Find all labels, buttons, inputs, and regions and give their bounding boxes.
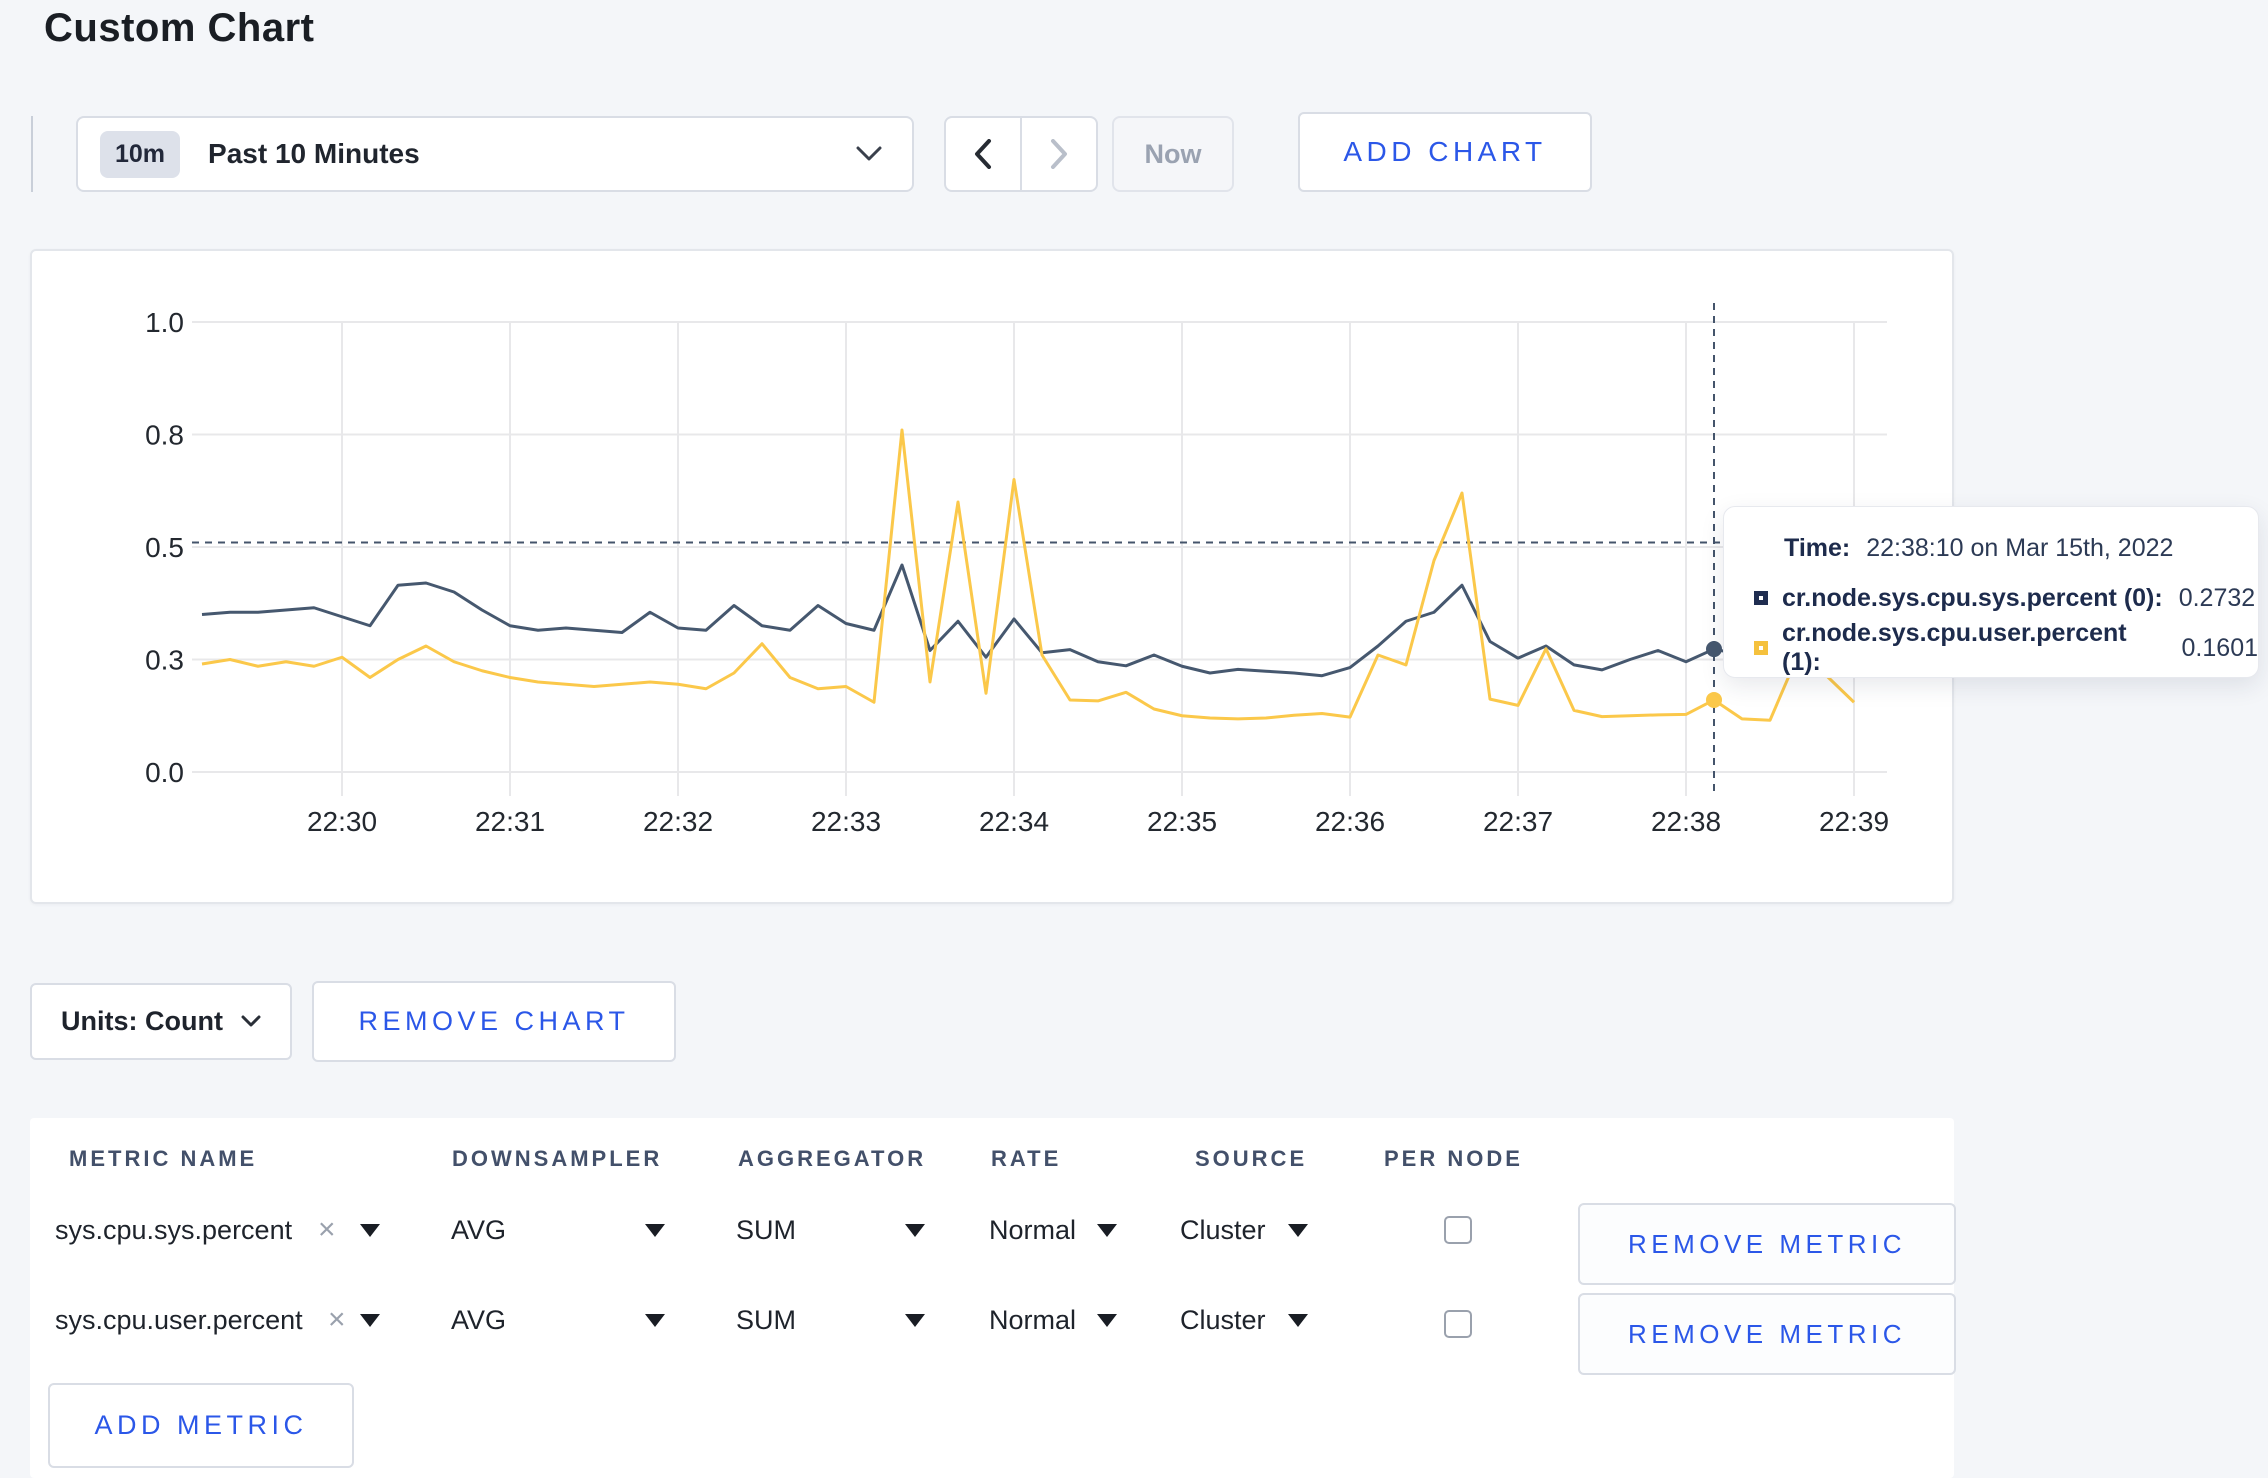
- x-axis-tick-label: 22:37: [1483, 806, 1553, 837]
- per-node-checkbox[interactable]: [1444, 1310, 1472, 1338]
- col-header-downsampler: DOWNSAMPLER: [452, 1146, 663, 1171]
- page-title: Custom Chart: [44, 6, 315, 50]
- metric-dropdown-caret-icon[interactable]: [360, 1224, 380, 1237]
- x-axis-tick-label: 22:32: [643, 806, 713, 837]
- metric-dropdown-caret-icon[interactable]: [360, 1314, 380, 1327]
- x-axis-tick-label: 22:39: [1819, 806, 1889, 837]
- col-header-metric-name: METRIC NAME: [69, 1146, 258, 1171]
- y-axis-tick-label: 0.8: [145, 420, 184, 451]
- remove-metric-button[interactable]: REMOVE METRIC: [1578, 1203, 1956, 1285]
- remove-chart-button[interactable]: REMOVE CHART: [312, 981, 676, 1062]
- y-axis-tick-label: 0.5: [145, 532, 184, 563]
- downsampler-value[interactable]: AVG: [451, 1215, 506, 1246]
- chart-panel: 0.0 0.3 0.5 0.8 1.0 22:30 22:31 22:32 22:33 22:34…: [30, 249, 1954, 904]
- tooltip-time-label: Time:: [1784, 533, 1851, 562]
- source-caret-icon[interactable]: [1288, 1314, 1308, 1327]
- tooltip-series-user-name: cr.node.sys.cpu.user.percent (1):: [1782, 619, 2127, 676]
- col-header-source: SOURCE: [1195, 1146, 1308, 1171]
- source-value[interactable]: Cluster: [1180, 1305, 1266, 1336]
- series-user-swatch-icon: [1754, 641, 1768, 655]
- per-node-checkbox[interactable]: [1444, 1216, 1472, 1244]
- y-axis-tick-label: 0.3: [145, 645, 184, 676]
- x-axis-tick-label: 22:33: [811, 806, 881, 837]
- rate-value[interactable]: Normal: [989, 1305, 1076, 1336]
- aggregator-value[interactable]: SUM: [736, 1215, 796, 1246]
- chevron-right-icon: [1051, 139, 1067, 169]
- next-time-button[interactable]: [1020, 118, 1096, 190]
- time-range-badge: 10m: [100, 130, 181, 178]
- metric-name-value[interactable]: sys.cpu.user.percent: [55, 1305, 303, 1336]
- series-line-1[interactable]: [201, 428, 1856, 722]
- metric-name-value[interactable]: sys.cpu.sys.percent: [55, 1215, 292, 1246]
- chart-svg[interactable]: 0.0 0.3 0.5 0.8 1.0 22:30 22:31 22:32 22:33 22:34…: [32, 251, 1952, 902]
- aggregator-caret-icon[interactable]: [905, 1224, 925, 1237]
- chevron-down-icon: [241, 1015, 261, 1027]
- aggregator-caret-icon[interactable]: [905, 1314, 925, 1327]
- tooltip-series-sys-value: 0.2732: [2178, 583, 2256, 612]
- add-chart-button[interactable]: ADD CHART: [1298, 112, 1592, 192]
- downsampler-caret-icon[interactable]: [645, 1314, 665, 1327]
- downsampler-caret-icon[interactable]: [645, 1224, 665, 1237]
- remove-metric-x-icon[interactable]: ×: [318, 1215, 336, 1245]
- now-button[interactable]: Now: [1112, 116, 1234, 192]
- chevron-left-icon: [975, 139, 991, 169]
- remove-metric-button[interactable]: REMOVE METRIC: [1578, 1293, 1956, 1375]
- col-header-per-node: PER NODE: [1384, 1146, 1523, 1171]
- source-caret-icon[interactable]: [1288, 1224, 1308, 1237]
- col-header-aggregator: AGGREGATOR: [738, 1146, 927, 1171]
- source-value[interactable]: Cluster: [1180, 1215, 1266, 1246]
- rate-caret-icon[interactable]: [1097, 1224, 1117, 1237]
- toolbar-divider: [31, 116, 33, 192]
- rate-value[interactable]: Normal: [989, 1215, 1076, 1246]
- remove-metric-x-icon[interactable]: ×: [328, 1305, 346, 1335]
- units-dropdown[interactable]: Units: Count: [30, 983, 292, 1060]
- x-axis-tick-label: 22:30: [307, 806, 377, 837]
- x-axis-tick-label: 22:36: [1315, 806, 1385, 837]
- x-axis-tick-label: 22:38: [1651, 806, 1721, 837]
- x-axis-tick-label: 22:34: [979, 806, 1049, 837]
- x-axis-tick-label: 22:31: [475, 806, 545, 837]
- series-sys-swatch-icon: [1754, 591, 1768, 605]
- tooltip-series-sys-name: cr.node.sys.cpu.sys.percent (0):: [1782, 583, 2163, 612]
- y-axis-tick-label: 0.0: [145, 757, 184, 788]
- aggregator-value[interactable]: SUM: [736, 1305, 796, 1336]
- chart-hover-tooltip: Time: 22:38:10 on Mar 15th, 2022 cr.node…: [1723, 506, 2259, 678]
- rate-caret-icon[interactable]: [1097, 1314, 1117, 1327]
- x-axis-tick-label: 22:35: [1147, 806, 1217, 837]
- y-axis-tick-label: 1.0: [145, 307, 184, 338]
- crosshair-point-marker: [1706, 641, 1722, 658]
- tooltip-time-value: 22:38:10 on Mar 15th, 2022: [1866, 533, 2174, 562]
- units-label: Units: Count: [61, 1006, 223, 1036]
- time-step-buttons: [944, 116, 1098, 192]
- prev-time-button[interactable]: [946, 118, 1020, 190]
- tooltip-series-user-value: 0.1601: [2181, 633, 2258, 662]
- add-metric-button[interactable]: ADD METRIC: [48, 1383, 354, 1468]
- crosshair-point-marker: [1706, 691, 1722, 708]
- downsampler-value[interactable]: AVG: [451, 1305, 506, 1336]
- col-header-rate: RATE: [991, 1146, 1062, 1171]
- chevron-down-icon: [856, 146, 882, 161]
- custom-chart-page: Custom Chart 10m Past 10 Minutes Now ADD…: [0, 0, 2268, 1478]
- time-range-dropdown[interactable]: 10m Past 10 Minutes: [76, 116, 914, 192]
- time-range-label: Past 10 Minutes: [208, 138, 420, 169]
